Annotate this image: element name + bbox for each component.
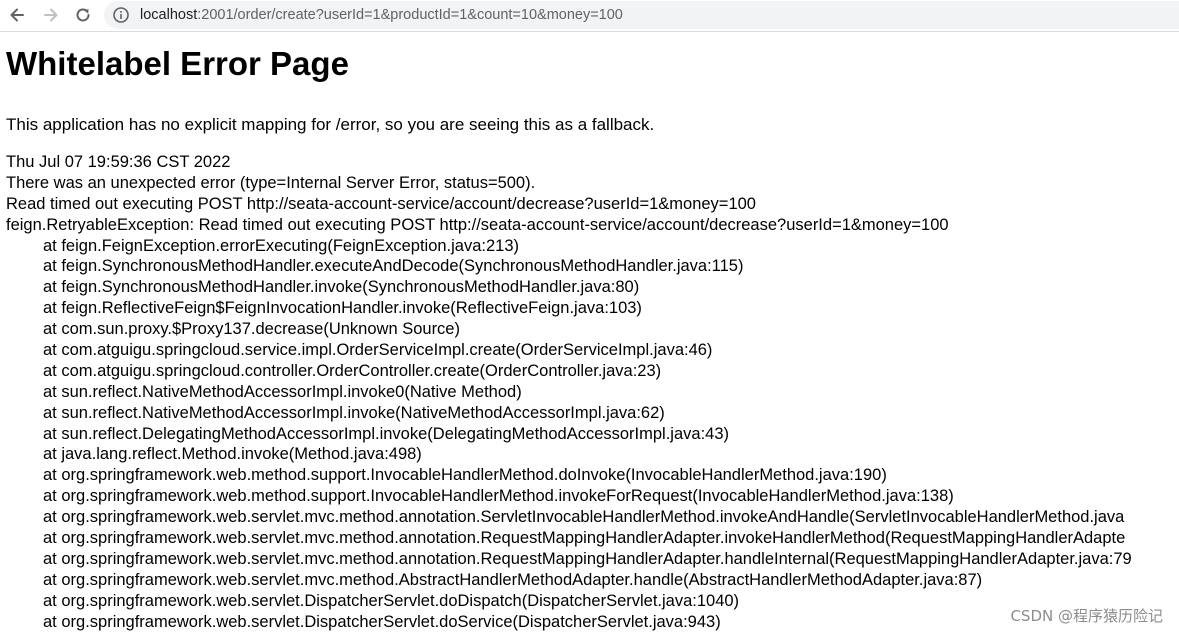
address-bar[interactable]: localhost:2001/order/create?userId=1&pro… <box>104 1 1179 29</box>
reload-button[interactable] <box>70 2 96 28</box>
stack-trace-line: at org.springframework.web.servlet.Dispa… <box>43 591 740 610</box>
stack-trace-line: at org.springframework.web.method.suppor… <box>43 466 887 485</box>
error-summary: There was an unexpected error (type=Inte… <box>6 173 536 192</box>
page-content: Whitelabel Error Page This application h… <box>6 33 1179 634</box>
arrow-left-icon <box>10 8 24 22</box>
stack-trace-line: at org.springframework.web.servlet.Dispa… <box>43 612 721 631</box>
stack-trace: at feign.FeignException.errorExecuting(F… <box>6 236 1179 634</box>
stack-trace-line: at org.springframework.web.servlet.mvc.m… <box>43 508 1125 527</box>
stack-trace-line: at feign.SynchronousMethodHandler.execut… <box>43 257 744 276</box>
forward-button[interactable] <box>38 2 64 28</box>
stack-trace-line: at org.springframework.web.servlet.mvc.m… <box>43 570 983 589</box>
stack-trace-line: at feign.FeignException.errorExecuting(F… <box>43 236 520 255</box>
back-button[interactable] <box>4 2 30 28</box>
stack-trace-line: at com.atguigu.springcloud.service.impl.… <box>43 341 713 360</box>
error-details: Thu Jul 07 19:59:36 CST 2022 There was a… <box>6 152 1179 634</box>
stack-trace-line: at org.springframework.web.servlet.mvc.m… <box>43 549 1132 568</box>
arrow-right-icon <box>44 8 58 22</box>
stack-trace-line: at com.sun.proxy.$Proxy137.decrease(Unkn… <box>43 320 460 339</box>
reload-icon <box>76 8 90 22</box>
error-timestamp: Thu Jul 07 19:59:36 CST 2022 <box>6 153 231 171</box>
browser-toolbar: localhost:2001/order/create?userId=1&pro… <box>0 0 1179 32</box>
stack-trace-line: at sun.reflect.NativeMethodAccessorImpl.… <box>43 382 522 401</box>
stack-trace-line: at sun.reflect.DelegatingMethodAccessorI… <box>43 424 730 443</box>
csdn-watermark: CSDN @程序猿历险记 <box>1010 607 1163 625</box>
info-icon[interactable] <box>112 6 130 24</box>
stack-trace-line: at feign.SynchronousMethodHandler.invoke… <box>43 278 640 297</box>
url-path: :2001/order/create?userId=1&productId=1&… <box>197 7 623 23</box>
error-message: Read timed out executing POST http://sea… <box>6 194 756 213</box>
fallback-message: This application has no explicit mapping… <box>6 115 655 134</box>
stack-trace-line: at org.springframework.web.servlet.mvc.m… <box>43 529 1126 548</box>
stack-trace-line: at feign.ReflectiveFeign$FeignInvocation… <box>43 299 642 318</box>
stack-trace-line: at java.lang.reflect.Method.invoke(Metho… <box>43 445 422 464</box>
page-title: Whitelabel Error Page <box>6 45 349 82</box>
url-host: localhost <box>140 7 198 23</box>
stack-trace-line: at org.springframework.web.method.suppor… <box>43 487 954 506</box>
stack-trace-line: at com.atguigu.springcloud.controller.Or… <box>43 361 662 380</box>
url-text[interactable]: localhost:2001/order/create?userId=1&pro… <box>140 7 623 23</box>
stack-trace-line: at sun.reflect.NativeMethodAccessorImpl.… <box>43 403 665 422</box>
exception-line: feign.RetryableException: Read timed out… <box>6 215 949 234</box>
